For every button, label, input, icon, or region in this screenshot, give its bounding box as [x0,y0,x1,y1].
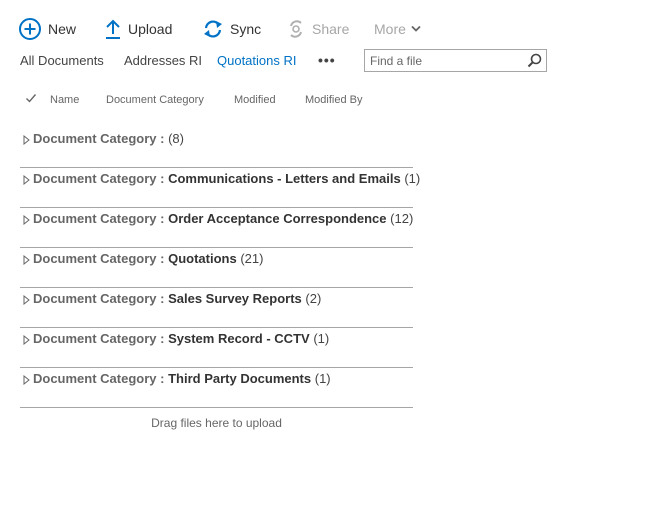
search-box [364,49,547,72]
group-row[interactable]: Document Category : Order Acceptance Cor… [20,208,413,248]
command-bar: New Upload Sync Share More [18,14,658,44]
group-field: Document Category [33,211,157,226]
group-field: Document Category [33,291,157,306]
group-header-text: Document Category : Sales Survey Reports… [33,291,321,306]
view-quotations-ri[interactable]: Quotations RI [217,51,297,71]
view-all-documents[interactable]: All Documents [20,51,104,71]
expand-triangle-icon[interactable] [23,252,30,270]
group-separator: : [156,171,169,186]
group-separator: : [156,131,169,146]
group-row[interactable]: Document Category : Communications - Let… [20,168,420,208]
select-all-checkmark-icon[interactable] [25,93,37,107]
group-separator: : [156,251,169,266]
group-header-text: Document Category : Third Party Document… [33,371,331,386]
group-field: Document Category [33,171,157,186]
group-header-text: Document Category : Order Acceptance Cor… [33,211,413,226]
group-field: Document Category [33,331,157,346]
new-label: New [48,21,77,37]
sync-label: Sync [230,21,262,37]
more-label: More [374,21,406,37]
group-count: (1) [313,331,330,346]
group-count: (1) [404,171,421,186]
sync-icon [202,18,224,40]
group-value: Order Acceptance Correspondence [168,211,387,226]
view-addresses-ri[interactable]: Addresses RI [124,51,202,71]
group-header-text: Document Category : (8) [33,131,184,146]
expand-triangle-icon[interactable] [23,212,30,230]
group-count: (2) [305,291,322,306]
column-headers: Name Document Category Modified Modified… [0,90,420,110]
group-row[interactable]: Document Category : Quotations (21) [20,248,413,288]
expand-triangle-icon[interactable] [23,292,30,310]
column-header-document-category[interactable]: Document Category [106,94,204,106]
group-count: (8) [168,131,184,146]
group-count: (12) [390,211,414,226]
upload-button[interactable]: Upload [104,14,172,44]
share-icon [286,18,306,40]
search-icon[interactable] [527,53,542,73]
group-value: System Record - CCTV [168,331,310,346]
upload-arrow-icon [104,18,122,40]
share-button[interactable]: Share [286,14,349,44]
column-header-name[interactable]: Name [50,94,79,106]
column-header-modified-by[interactable]: Modified By [305,94,362,106]
group-separator: : [156,371,169,386]
group-row[interactable]: Document Category : Third Party Document… [20,368,413,408]
group-header-text: Document Category : Communications - Let… [33,171,420,186]
group-field: Document Category [33,371,157,386]
group-separator: : [156,291,169,306]
expand-triangle-icon[interactable] [23,172,30,190]
column-header-modified[interactable]: Modified [234,94,276,106]
drag-drop-hint: Drag files here to upload [151,416,282,430]
group-value: Communications - Letters and Emails [168,171,401,186]
share-label: Share [312,21,350,37]
plus-circle-icon [18,17,42,41]
group-field: Document Category [33,131,157,146]
group-header-text: Document Category : System Record - CCTV… [33,331,329,346]
group-separator: : [156,211,169,226]
more-views-ellipsis[interactable]: ••• [318,51,336,69]
expand-triangle-icon[interactable] [23,332,30,350]
group-header-text: Document Category : Quotations (21) [33,251,263,266]
sync-button[interactable]: Sync [202,14,261,44]
more-button[interactable]: More [368,14,421,44]
group-separator: : [156,331,169,346]
new-button[interactable]: New [18,14,76,44]
group-value: Third Party Documents [168,371,312,386]
group-row[interactable]: Document Category : Sales Survey Reports… [20,288,413,328]
group-list: Document Category : (8) Document Categor… [20,128,420,408]
upload-label: Upload [128,21,173,37]
group-count: (21) [240,251,264,266]
group-value: Sales Survey Reports [168,291,302,306]
expand-triangle-icon[interactable] [23,372,30,390]
group-row[interactable]: Document Category : System Record - CCTV… [20,328,413,368]
group-row[interactable]: Document Category : (8) [20,128,413,168]
chevron-down-icon [411,25,421,33]
group-count: (1) [314,371,331,386]
expand-triangle-icon[interactable] [23,132,30,150]
group-value: Quotations [168,251,237,266]
search-input[interactable] [365,50,530,71]
group-field: Document Category [33,251,157,266]
